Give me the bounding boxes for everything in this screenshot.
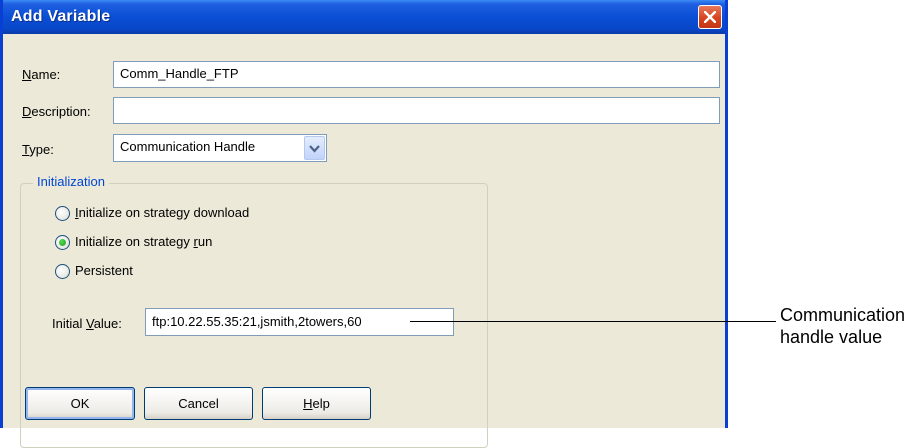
title-bar[interactable]: Add Variable [3, 0, 725, 34]
radio-selected-dot [59, 239, 66, 246]
name-input[interactable]: Comm_Handle_FTP [113, 61, 720, 88]
type-label: Type: [22, 142, 54, 157]
description-input[interactable] [113, 97, 720, 124]
chevron-down-icon [309, 145, 320, 153]
callout-label: Communication handle value [780, 304, 905, 348]
initial-value-input[interactable]: ftp:10.22.55.35:21,jsmith,2towers,60 [145, 308, 454, 336]
type-select-value: Communication Handle [120, 139, 256, 154]
cancel-button[interactable]: Cancel [144, 387, 253, 420]
radio-label: Initialize on strategy download [75, 205, 250, 220]
callout-line-1: Communication [780, 305, 906, 325]
type-dropdown-button[interactable] [304, 136, 325, 160]
radio-button[interactable] [55, 264, 70, 279]
radio-label: Initialize on strategy run [75, 234, 213, 249]
initialization-group-title: Initialization [33, 174, 109, 189]
radio-button-selected[interactable] [55, 235, 70, 250]
add-variable-dialog: Add Variable Name: Comm_Handle_FTP Descr… [0, 0, 728, 448]
help-button[interactable]: Help [262, 387, 371, 420]
description-label: Description: [22, 104, 91, 119]
dialog-title: Add Variable [11, 8, 111, 25]
ok-button[interactable]: OK [25, 387, 135, 420]
radio-label: Persistent [75, 263, 133, 278]
radio-button[interactable] [55, 206, 70, 221]
type-select[interactable]: Communication Handle [113, 134, 327, 162]
close-x-icon [704, 11, 716, 23]
initial-value-label: Initial Value: [52, 316, 122, 331]
name-label: Name: [22, 67, 61, 82]
callout-line-2: handle value [780, 327, 883, 347]
callout-line [410, 321, 776, 322]
close-button[interactable] [698, 5, 722, 29]
